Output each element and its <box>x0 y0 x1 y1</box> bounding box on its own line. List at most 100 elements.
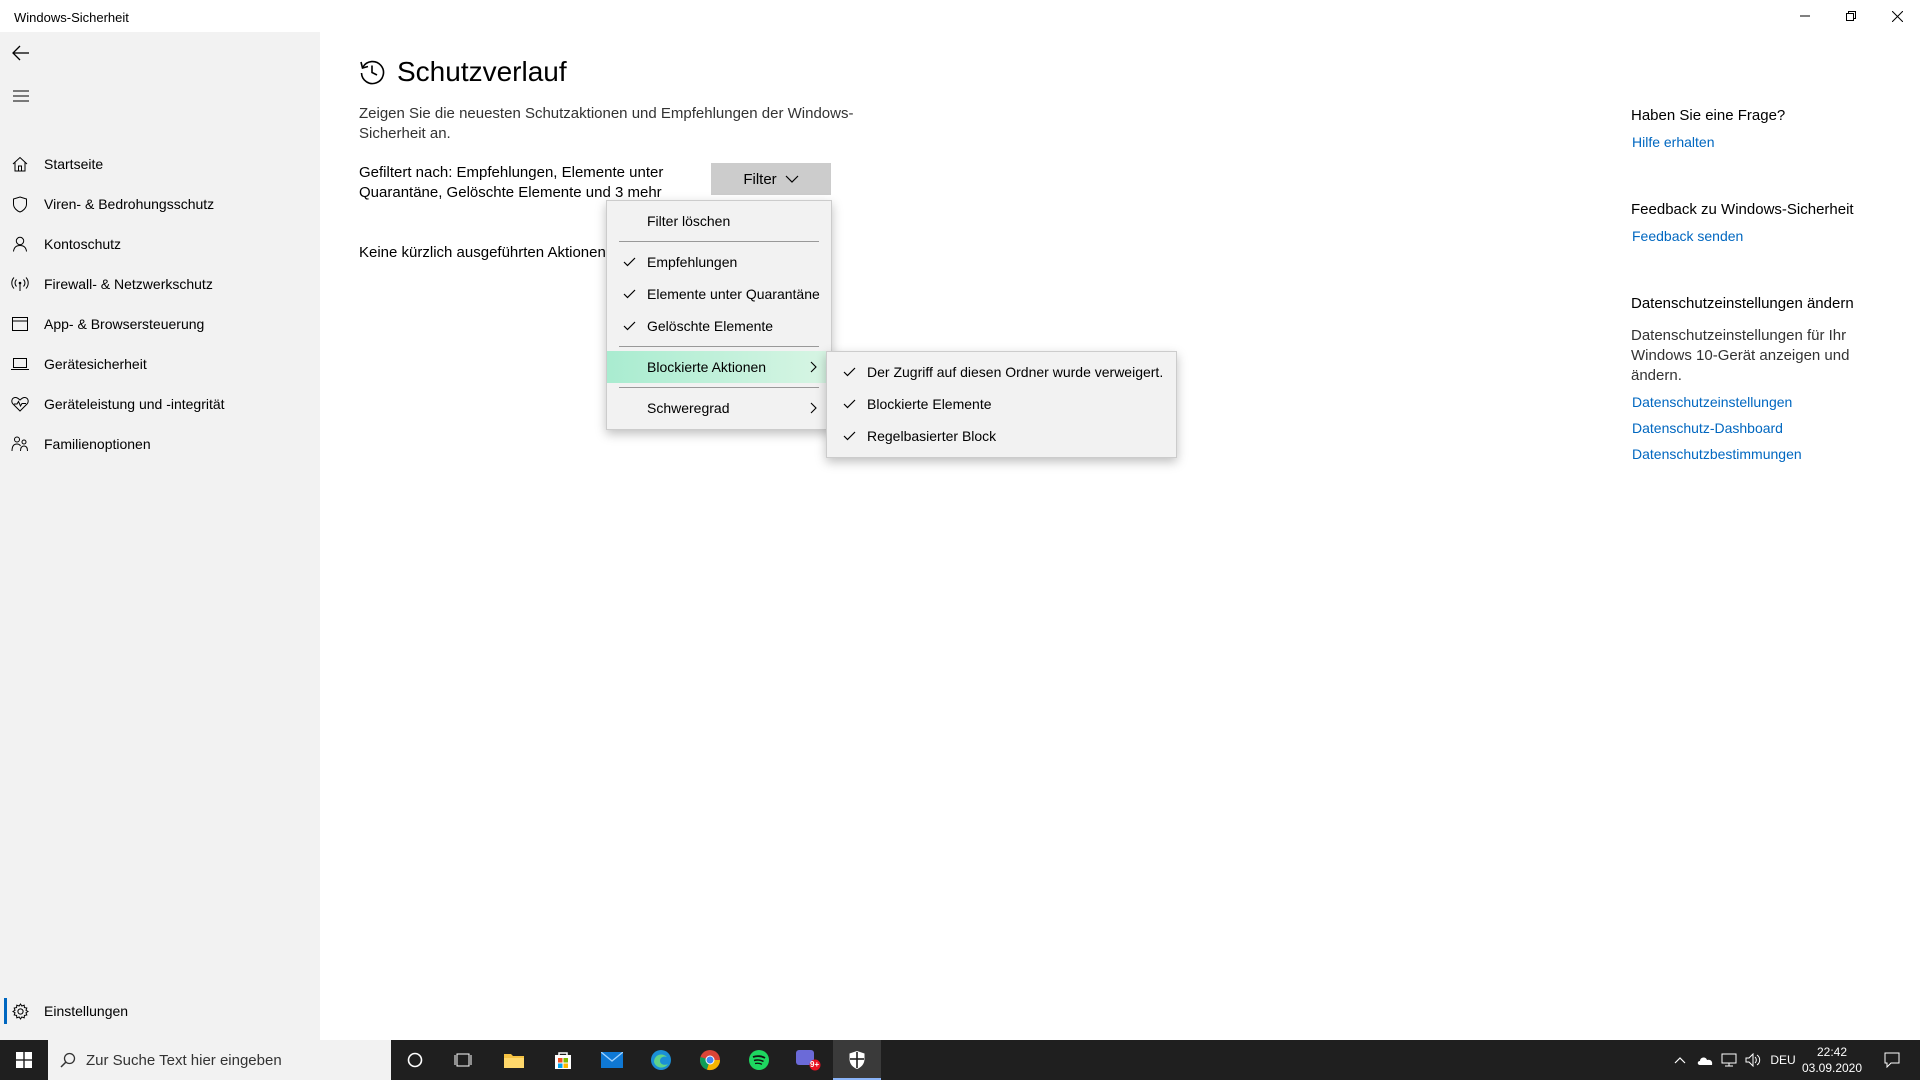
gear-icon <box>0 1002 44 1020</box>
hamburger-menu-button[interactable] <box>10 85 32 107</box>
sidebar-item-app-browser[interactable]: App- & Browsersteuerung <box>0 304 320 344</box>
sidebar-item-kontoschutz[interactable]: Kontoschutz <box>0 224 320 264</box>
sidebar-item-geraeteleistung[interactable]: Geräteleistung und -integrität <box>0 384 320 424</box>
sidebar-item-firewall[interactable]: Firewall- & Netzwerkschutz <box>0 264 320 304</box>
menu-separator <box>619 241 819 242</box>
menu-item-empfehlungen[interactable]: Empfehlungen <box>607 246 831 278</box>
sidebar-item-label: Startseite <box>44 156 104 172</box>
taskbar-store[interactable] <box>539 1040 587 1080</box>
minimize-icon <box>1800 15 1810 17</box>
clock-date: 03.09.2020 <box>1801 1061 1863 1075</box>
filter-summary: Gefiltert nach: Empfehlungen, Elemente u… <box>359 164 664 201</box>
sidebar-item-einstellungen[interactable]: Einstellungen <box>0 991 320 1031</box>
taskbar-spotify[interactable] <box>735 1040 783 1080</box>
checkmark-icon <box>841 431 857 441</box>
search-placeholder: Zur Suche Text hier eingeben <box>86 1051 282 1069</box>
title-bar: Windows-Sicherheit <box>0 0 1920 32</box>
help-link[interactable]: Hilfe erhalten <box>1632 134 1715 150</box>
edge-browser-icon <box>651 1050 671 1070</box>
feedback-link[interactable]: Feedback senden <box>1632 228 1743 244</box>
browser-window-icon <box>0 317 44 331</box>
hamburger-icon <box>13 90 29 102</box>
sidebar: Startseite Viren- & Bedrohungsschutz Kon… <box>0 32 320 1040</box>
menu-item-quarantaene[interactable]: Elemente unter Quarantäne <box>607 278 831 310</box>
submenu-item-zugriff-verweigert[interactable]: Der Zugriff auf diesen Ordner wurde verw… <box>827 356 1176 388</box>
checkmark-icon <box>621 321 637 331</box>
taskbar-edge[interactable] <box>637 1040 685 1080</box>
volume-tray-button[interactable] <box>1741 1040 1765 1080</box>
tray-overflow-button[interactable] <box>1668 1040 1692 1080</box>
filter-button-label: Filter <box>743 170 777 188</box>
back-arrow-icon <box>12 45 29 61</box>
minimize-button[interactable] <box>1782 0 1828 32</box>
privacy-statement-link[interactable]: Datenschutzbestimmungen <box>1632 446 1802 462</box>
chevron-down-icon <box>785 175 799 183</box>
taskbar-windows-security[interactable] <box>833 1040 881 1080</box>
menu-item-schweregrad[interactable]: Schweregrad <box>607 392 831 424</box>
task-view-button[interactable] <box>439 1040 487 1080</box>
antenna-icon <box>0 277 44 291</box>
sidebar-item-label: Gerätesicherheit <box>44 356 147 372</box>
checkmark-icon <box>841 399 857 409</box>
privacy-heading: Datenschutzeinstellungen ändern <box>1631 295 1854 312</box>
laptop-icon <box>0 357 44 371</box>
cortana-button[interactable] <box>391 1040 439 1080</box>
sidebar-item-familienoptionen[interactable]: Familienoptionen <box>0 424 320 464</box>
submenu-item-blockierte-elemente[interactable]: Blockierte Elemente <box>827 388 1176 420</box>
restore-button[interactable] <box>1828 0 1874 32</box>
start-button[interactable] <box>0 1040 48 1080</box>
sidebar-item-label: Einstellungen <box>44 1003 129 1019</box>
close-button[interactable] <box>1874 0 1920 32</box>
menu-separator <box>619 346 819 347</box>
filter-button[interactable]: Filter <box>711 163 831 195</box>
menu-separator <box>619 387 819 388</box>
onedrive-tray-button[interactable] <box>1693 1040 1717 1080</box>
sidebar-item-virenschutz[interactable]: Viren- & Bedrohungsschutz <box>0 184 320 224</box>
menu-item-geloeschte-elemente[interactable]: Gelöschte Elemente <box>607 310 831 342</box>
spotify-icon <box>749 1050 769 1070</box>
no-actions-text: Keine kürzlich ausgeführten Aktionen <box>359 244 606 261</box>
menu-item-label: Der Zugriff auf diesen Ordner wurde verw… <box>867 364 1164 380</box>
task-view-icon <box>454 1053 472 1067</box>
checkmark-icon <box>841 367 857 377</box>
menu-item-label: Schweregrad <box>647 400 730 416</box>
network-icon <box>1721 1053 1737 1067</box>
windows-logo-icon <box>16 1052 32 1068</box>
restore-icon <box>1846 11 1856 21</box>
menu-item-clear-filter[interactable]: Filter löschen <box>607 205 831 237</box>
cortana-circle-icon <box>407 1052 423 1068</box>
menu-item-label: Blockierte Elemente <box>867 396 992 412</box>
input-language-button[interactable]: DEU <box>1766 1040 1800 1080</box>
feedback-heading: Feedback zu Windows-Sicherheit <box>1631 201 1854 218</box>
sidebar-item-geraetesicherheit[interactable]: Gerätesicherheit <box>0 344 320 384</box>
sidebar-item-startseite[interactable]: Startseite <box>0 144 320 184</box>
back-button[interactable] <box>10 42 32 64</box>
taskbar-file-explorer[interactable] <box>490 1040 538 1080</box>
notification-badge: 9+ <box>810 1060 820 1069</box>
family-icon <box>0 436 44 452</box>
privacy-dashboard-link[interactable]: Datenschutz-Dashboard <box>1632 420 1783 436</box>
taskbar-chrome[interactable] <box>686 1040 734 1080</box>
submenu-item-regelbasierter-block[interactable]: Regelbasierter Block <box>827 420 1176 452</box>
filter-menu: Filter löschen Empfehlungen Elemente unt… <box>606 200 832 430</box>
speaker-icon <box>1745 1053 1761 1067</box>
menu-item-label: Filter löschen <box>647 213 731 229</box>
network-tray-button[interactable] <box>1717 1040 1741 1080</box>
chrome-browser-icon <box>700 1050 721 1071</box>
sidebar-item-label: Viren- & Bedrohungsschutz <box>44 196 215 212</box>
taskbar-search-box[interactable]: Zur Suche Text hier eingeben <box>48 1040 391 1080</box>
checkmark-icon <box>621 257 637 267</box>
taskbar-mail[interactable] <box>588 1040 636 1080</box>
taskbar-clock[interactable]: 22:42 03.09.2020 <box>1800 1044 1864 1076</box>
sidebar-item-label: Firewall- & Netzwerkschutz <box>44 276 213 292</box>
taskbar-messenger[interactable]: 9+ <box>784 1040 832 1080</box>
privacy-settings-link[interactable]: Datenschutzeinstellungen <box>1632 394 1792 410</box>
taskbar: Zur Suche Text hier eingeben 9+ DEU 22:4… <box>0 1040 1920 1080</box>
store-bag-icon <box>555 1052 571 1069</box>
history-icon <box>358 58 386 91</box>
checkmark-icon <box>621 289 637 299</box>
action-center-button[interactable] <box>1872 1040 1912 1080</box>
person-icon <box>0 236 44 252</box>
menu-item-blockierte-aktionen[interactable]: Blockierte Aktionen <box>607 351 831 383</box>
mail-envelope-icon <box>601 1052 623 1068</box>
